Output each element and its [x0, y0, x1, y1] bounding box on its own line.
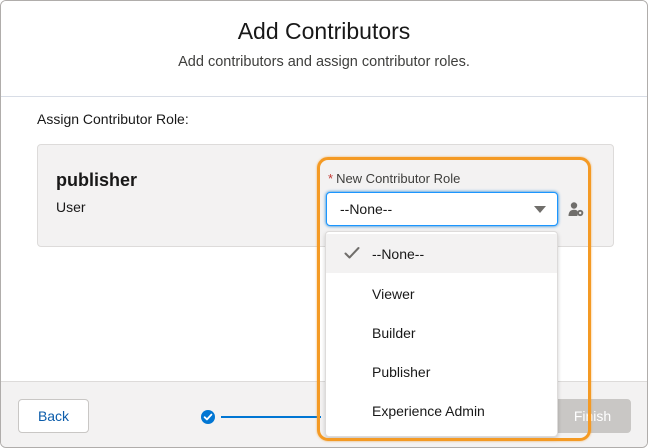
finish-button[interactable]: Finish — [554, 399, 631, 433]
role-field-label-text: New Contributor Role — [336, 171, 461, 186]
modal-subtitle: Add contributors and assign contributor … — [178, 54, 470, 70]
role-field-label: * New Contributor Role — [328, 171, 460, 186]
contributor-name: publisher — [56, 170, 138, 190]
add-contributors-modal: Add Contributors Add contributors and as… — [0, 0, 648, 448]
required-marker: * — [328, 171, 334, 186]
dropdown-option-label: Viewer — [372, 286, 415, 302]
dropdown-option-label: --None-- — [372, 246, 425, 262]
contributor-type: User — [56, 199, 86, 215]
progress-line — [221, 416, 321, 418]
chevron-down-icon — [534, 206, 546, 213]
person-settings-icon[interactable] — [568, 201, 584, 217]
dropdown-option[interactable]: --None-- — [326, 234, 557, 273]
modal-header: Add Contributors Add contributors and as… — [1, 1, 647, 97]
role-dropdown-listbox: --None-- Viewer Builder Publisher Experi… — [325, 231, 558, 437]
dropdown-option[interactable]: Publisher — [326, 352, 557, 391]
back-button[interactable]: Back — [18, 399, 89, 433]
dropdown-option-label: Experience Admin — [372, 403, 485, 419]
check-icon — [344, 247, 360, 259]
check-icon — [203, 413, 213, 421]
section-label: Assign Contributor Role: — [37, 111, 189, 127]
dropdown-option-label: Publisher — [372, 364, 431, 380]
dropdown-option[interactable]: Viewer — [326, 274, 557, 313]
dropdown-option-label: Builder — [372, 325, 416, 341]
modal-title: Add Contributors — [237, 18, 411, 44]
progress-step-complete-icon — [201, 410, 215, 424]
dropdown-option[interactable]: Experience Admin — [326, 391, 557, 430]
dropdown-option[interactable]: Builder — [326, 313, 557, 352]
role-select[interactable]: --None-- — [326, 192, 558, 226]
role-select-value: --None-- — [340, 201, 393, 217]
